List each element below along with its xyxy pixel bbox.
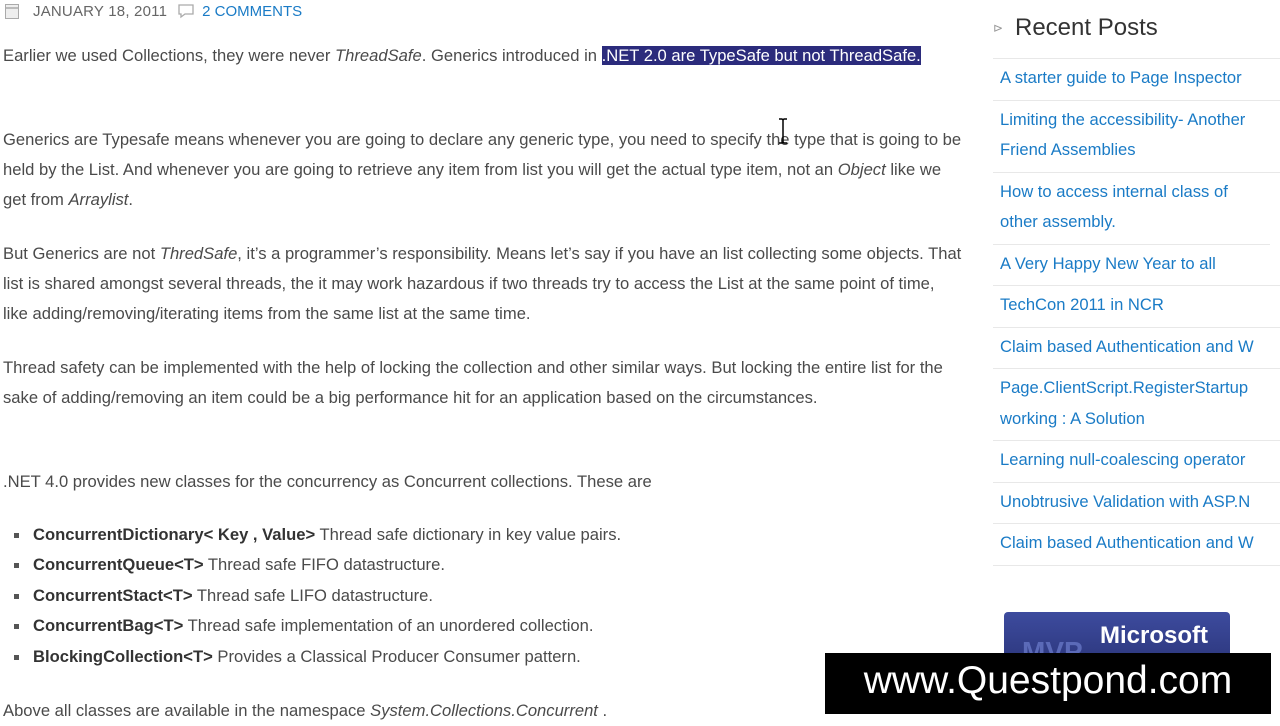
list-item: ConcurrentBag<T> Thread safe implementat… (14, 611, 621, 641)
recent-post-item: Unobtrusive Validation with ASP.N (993, 483, 1280, 524)
selected-text[interactable]: .NET 2.0 are TypeSafe but not ThreadSafe… (601, 46, 921, 65)
emphasis: ThreadSafe (335, 46, 422, 65)
text: . Generics introduced in (421, 46, 602, 65)
post-meta: JANUARY 18, 2011 2 COMMENTS (5, 0, 302, 22)
recent-post-link[interactable]: How to access internal class of other as… (1000, 182, 1228, 232)
text: . (128, 190, 134, 209)
text: Earlier we used Collections, they were n… (3, 46, 336, 65)
text: . (597, 701, 608, 720)
text-cursor-icon (779, 118, 787, 144)
class-name: ConcurrentDictionary< Key , Value> (33, 525, 316, 544)
class-description: Provides a Classical Producer Consumer p… (212, 646, 581, 666)
class-description: Thread safe LIFO datastructure. (192, 585, 433, 605)
microsoft-logo-text: Microsoft (1100, 622, 1208, 649)
emphasis: Arraylist (68, 190, 129, 209)
recent-post-item: How to access internal class of other as… (993, 173, 1270, 245)
paragraph-namespace: Above all classes are available in the n… (3, 696, 963, 726)
recent-post-link[interactable]: Claim based Authentication and W (1000, 533, 1254, 552)
recent-posts-title: Recent Posts (1015, 14, 1158, 41)
paragraph-threadsafe: But Generics are not ThredSafe, it’s a p… (3, 239, 963, 329)
emphasis: System.Collections.Concurrent (370, 701, 598, 720)
emphasis: ThredSafe (159, 244, 238, 263)
recent-post-link[interactable]: Page.ClientScript.RegisterStartup workin… (1000, 378, 1248, 428)
class-description: Thread safe implementation of an unorder… (183, 616, 594, 636)
recent-post-item: TechCon 2011 in NCR (993, 286, 1280, 328)
comment-icon (178, 4, 194, 19)
watermark-overlay: www.Questpond.com (825, 653, 1271, 714)
class-name: ConcurrentQueue<T> (33, 555, 204, 575)
recent-post-link[interactable]: Limiting the accessibility- Another Frie… (1000, 110, 1245, 160)
paragraph-intro: Earlier we used Collections, they were n… (3, 41, 963, 71)
recent-post-item: Learning null-coalescing operator (993, 441, 1280, 483)
comments-link[interactable]: 2 COMMENTS (202, 3, 302, 20)
recent-post-link[interactable]: A starter guide to Page Inspector (1000, 68, 1242, 87)
recent-posts-header: ⊳ Recent Posts (993, 14, 1158, 42)
recent-post-link[interactable]: Claim based Authentication and W (1000, 337, 1254, 356)
recent-posts-list: A starter guide to Page Inspector Limiti… (993, 58, 1280, 566)
class-name: ConcurrentStact<T> (33, 585, 193, 605)
recent-post-item: Claim based Authentication and W (993, 524, 1280, 566)
recent-post-item: Limiting the accessibility- Another Frie… (993, 101, 1280, 173)
recent-post-link[interactable]: A Very Happy New Year to all (1000, 254, 1216, 273)
recent-post-link[interactable]: Learning null-coalescing operator (1000, 450, 1245, 469)
recent-post-item: A starter guide to Page Inspector (993, 59, 1280, 101)
paragraph-concurrent-intro: .NET 4.0 provides new classes for the co… (3, 472, 652, 491)
paragraph-typesafe: Generics are Typesafe means whenever you… (3, 125, 963, 215)
text: Generics are Typesafe means whenever you… (3, 130, 962, 179)
list-item: ConcurrentStact<T> Thread safe LIFO data… (14, 581, 621, 611)
list-item: BlockingCollection<T> Provides a Classic… (14, 642, 621, 672)
text: Above all classes are available in the n… (3, 701, 371, 720)
double-arrow-icon: ⊳ (993, 21, 1004, 35)
class-name: BlockingCollection<T> (33, 646, 213, 666)
recent-post-link[interactable]: TechCon 2011 in NCR (1000, 295, 1164, 314)
class-description: Thread safe FIFO datastructure. (203, 555, 445, 575)
calendar-icon (5, 3, 19, 19)
recent-post-item: A Very Happy New Year to all (993, 245, 1280, 286)
recent-post-link[interactable]: Unobtrusive Validation with ASP.N (1000, 492, 1250, 511)
list-item: ConcurrentDictionary< Key , Value> Threa… (14, 520, 621, 550)
concurrent-classes-list: ConcurrentDictionary< Key , Value> Threa… (14, 520, 621, 672)
text: But Generics are not (3, 244, 160, 263)
paragraph-locking: Thread safety can be implemented with th… (3, 358, 943, 407)
list-item: ConcurrentQueue<T> Thread safe FIFO data… (14, 550, 621, 580)
class-name: ConcurrentBag<T> (33, 616, 184, 636)
recent-post-item: Page.ClientScript.RegisterStartup workin… (993, 369, 1280, 441)
class-description: Thread safe dictionary in key value pair… (315, 525, 622, 544)
recent-post-item: Claim based Authentication and W (993, 328, 1280, 369)
emphasis: Object (837, 160, 886, 179)
post-date: JANUARY 18, 2011 (33, 2, 168, 20)
